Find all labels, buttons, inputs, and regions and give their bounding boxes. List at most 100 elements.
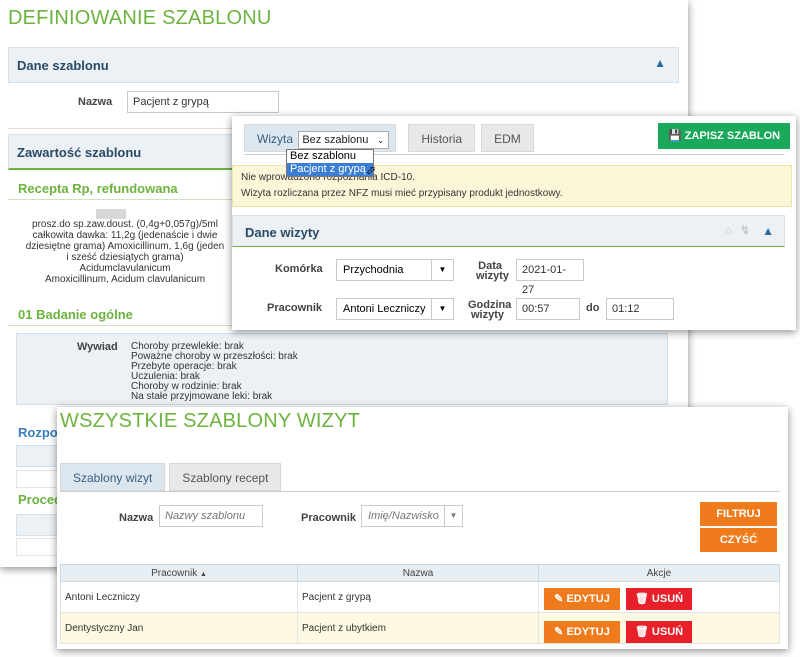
page-title: DEFINIOWANIE SZABLONU bbox=[8, 7, 272, 29]
komorka-select[interactable]: Przychodnia ▼ bbox=[336, 259, 454, 281]
wywiad-content: Choroby przewlekłe: brak Poważne choroby… bbox=[131, 342, 298, 402]
cell-nazwa: Pacjent z ubytkiem bbox=[297, 612, 539, 644]
recepta-title: Recepta Rp, refundowana bbox=[8, 178, 232, 200]
szablon-dropdown-list: Bez szablonu Pacjent z grypą bbox=[286, 149, 374, 177]
delete-button[interactable]: 🗑 USUŃ bbox=[626, 588, 692, 610]
button-label: USUŃ bbox=[651, 626, 684, 638]
chevron-down-icon: ▼ bbox=[431, 299, 453, 319]
cell-pracownik: Antoni Leczniczy bbox=[60, 581, 298, 613]
delete-button[interactable]: 🗑 USUŃ bbox=[626, 621, 692, 643]
szablony-tabs: Szablony wizyt Szablony recept bbox=[60, 463, 285, 491]
pracownik-select[interactable]: Antoni Leczniczy ▼ bbox=[336, 298, 454, 320]
wizyta-panel: Wizyta Bez szablonu ⌄ Historia EDM 💾 ZAP… bbox=[232, 116, 796, 330]
label-line: wizyty bbox=[470, 309, 504, 321]
select-value: Bez szablonu bbox=[302, 133, 369, 146]
button-label: EDYTUJ bbox=[566, 626, 610, 638]
button-label: EDYTUJ bbox=[566, 593, 610, 605]
nazwa-filter-label: Nazwa bbox=[119, 512, 154, 524]
header-label: Pracownik bbox=[151, 567, 198, 579]
tab-wizyta[interactable]: Wizyta Bez szablonu ⌄ bbox=[244, 124, 397, 152]
rozpoznanie-row bbox=[16, 470, 58, 488]
home-icon[interactable]: ⌂ bbox=[725, 223, 732, 237]
rozpoznanie-title: Rozpoz bbox=[18, 425, 65, 440]
page-title: WSZYSTKIE SZABLONY WIZYT bbox=[60, 410, 361, 432]
do-label: do bbox=[586, 302, 600, 314]
recepta-line: całkowita dawka: 11,2g (jedenaście i dwi… bbox=[32, 230, 218, 241]
recepta-line: Acidumclavulanicum bbox=[79, 263, 171, 274]
trash-icon: 🗑 bbox=[634, 593, 649, 605]
nazwa-input[interactable]: Pacjent z grypą bbox=[127, 91, 279, 113]
godzina-do-input[interactable]: 01:12 bbox=[606, 298, 674, 320]
chevron-down-icon: ⌄ bbox=[376, 134, 385, 145]
col-akcje-header: Akcje bbox=[538, 564, 780, 582]
zawartosc-header: Zawartość szablonu bbox=[8, 134, 240, 170]
save-icon: 💾 bbox=[668, 130, 682, 142]
pracownik-filter-label: Pracownik bbox=[301, 512, 357, 524]
wywiad-label: Wywiad bbox=[77, 341, 118, 353]
lightning-icon[interactable]: ↯ bbox=[740, 223, 750, 237]
godzina-od-input[interactable]: 00:57 bbox=[516, 298, 580, 320]
select-value: Antoni Leczniczy bbox=[343, 303, 426, 315]
dropdown-option[interactable]: Bez szablonu bbox=[287, 150, 373, 163]
col-nazwa-header: Nazwa bbox=[297, 564, 539, 582]
procedury-row bbox=[16, 538, 58, 556]
edit-button[interactable]: ✎ EDYTUJ bbox=[544, 588, 620, 610]
blurred-name bbox=[96, 209, 126, 219]
trash-icon: 🗑 bbox=[634, 626, 649, 638]
procedury-title: Proced bbox=[18, 492, 63, 507]
mouse-cursor-icon: ⬀ bbox=[366, 163, 377, 177]
sort-asc-icon: ▲ bbox=[199, 570, 207, 578]
dane-szablonu-header[interactable]: Dane szablonu ▲ bbox=[8, 47, 679, 83]
divider bbox=[60, 491, 780, 492]
wywiad-line: Na stałe przyjmowane leki: brak bbox=[131, 391, 273, 402]
nazwa-filter-input[interactable] bbox=[159, 505, 263, 527]
warning-line: Wizyta rozliczana przez NFZ musi mieć pr… bbox=[241, 188, 563, 199]
select-placeholder: Imię/Nazwisko bbox=[368, 510, 439, 522]
procedury-box bbox=[16, 514, 58, 536]
filtruj-button[interactable]: FILTRUJ bbox=[700, 502, 777, 526]
dane-wizyty-header[interactable]: Dane wizyty ⌂ ↯ ▲ bbox=[232, 215, 785, 247]
wszystkie-szablony-panel: WSZYSTKIE SZABLONY WIZYT Szablony wizyt … bbox=[57, 407, 788, 649]
pracownik-filter-select[interactable]: Imię/Nazwisko ▼ bbox=[361, 505, 463, 527]
tab-historia[interactable]: Historia bbox=[408, 124, 476, 152]
wizyta-tabs: Wizyta Bez szablonu ⌄ Historia EDM bbox=[244, 124, 538, 152]
data-wizyty-input[interactable]: 2021-01-27 bbox=[516, 259, 584, 296]
tab-szablony-wizyt[interactable]: Szablony wizyt bbox=[60, 463, 166, 491]
recepta-line: prosz.do sp.zaw.doust. (0,4g+0,057g)/5ml bbox=[32, 219, 218, 230]
chevron-down-icon: ▼ bbox=[431, 260, 453, 280]
badanie-box: Wywiad Choroby przewlekłe: brak Poważne … bbox=[16, 333, 668, 405]
tab-label: Wizyta bbox=[257, 132, 293, 146]
recepta-line: i sześć dziesiątych grama) bbox=[66, 252, 184, 263]
chevron-up-icon[interactable]: ▲ bbox=[762, 224, 774, 238]
save-template-button[interactable]: 💾 ZAPISZ SZABLON bbox=[658, 123, 791, 149]
cell-nazwa: Pacjent z grypą bbox=[297, 581, 539, 613]
chevron-up-icon[interactable]: ▲ bbox=[654, 56, 666, 70]
komorka-label: Komórka bbox=[275, 263, 323, 275]
button-label: USUŃ bbox=[651, 593, 684, 605]
edit-button[interactable]: ✎ EDYTUJ bbox=[544, 621, 620, 643]
label-line: wizyty bbox=[476, 270, 510, 282]
tab-edm[interactable]: EDM bbox=[481, 124, 534, 152]
table-header-row: Pracownik ▲ Nazwa Akcje bbox=[60, 564, 780, 582]
section-title: Zawartość szablonu bbox=[17, 145, 142, 160]
col-pracownik-header[interactable]: Pracownik ▲ bbox=[60, 564, 298, 582]
godzina-wizyty-label: Godzina wizyty bbox=[468, 300, 511, 321]
recepta-content: prosz.do sp.zaw.doust. (0,4g+0,057g)/5ml… bbox=[14, 219, 236, 285]
section-title: Dane wizyty bbox=[245, 225, 320, 240]
chevron-down-icon: ▼ bbox=[444, 506, 462, 526]
data-wizyty-label: Data wizyty bbox=[476, 261, 510, 282]
pracownik-label: Pracownik bbox=[267, 302, 323, 314]
dropdown-option-selected[interactable]: Pacjent z grypą bbox=[287, 163, 373, 176]
rozpoznanie-box bbox=[16, 445, 58, 467]
recepta-line: dziesiętne grama) Amoxicillinum, 1,6g (j… bbox=[25, 241, 225, 252]
czysc-button[interactable]: CZYŚĆ bbox=[700, 528, 777, 552]
recepta-line: Amoxicillinum, Acidum clavulanicum bbox=[44, 274, 206, 285]
pencil-icon: ✎ bbox=[554, 593, 564, 605]
section-title: Dane szablonu bbox=[17, 58, 109, 73]
button-label: ZAPISZ SZABLON bbox=[684, 130, 781, 142]
select-value: Przychodnia bbox=[343, 264, 404, 276]
pencil-icon: ✎ bbox=[554, 626, 564, 638]
nazwa-label: Nazwa bbox=[78, 96, 113, 108]
szablon-select[interactable]: Bez szablonu ⌄ bbox=[298, 130, 390, 149]
tab-szablony-recept[interactable]: Szablony recept bbox=[169, 463, 282, 491]
